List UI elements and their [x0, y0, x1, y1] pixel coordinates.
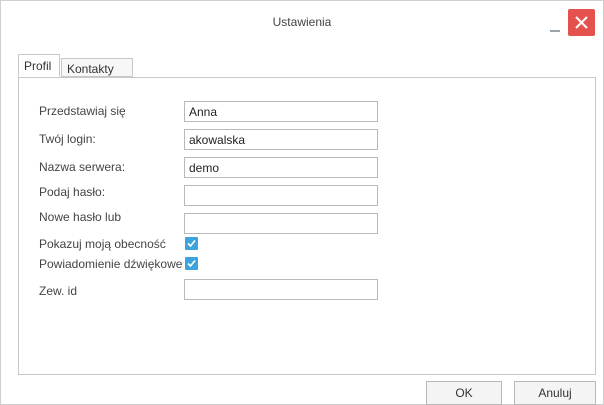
display-name-label: Przedstawiaj się	[39, 104, 126, 118]
password-label: Podaj hasło:	[39, 185, 106, 199]
show-presence-label: Pokazuj moją obecność	[39, 237, 166, 251]
external-id-label: Zew. id	[39, 284, 78, 298]
close-button[interactable]	[568, 9, 595, 36]
show-presence-checkbox[interactable]	[185, 237, 198, 250]
sound-notification-checkbox[interactable]	[185, 257, 198, 270]
external-id-input[interactable]	[184, 279, 378, 300]
new-password-input[interactable]	[184, 213, 378, 234]
settings-dialog: Ustawienia Profil Kontakty Przedstawiaj …	[0, 0, 604, 405]
new-password-label: Nowe hasło lub	[39, 210, 122, 224]
dialog-title: Ustawienia	[272, 15, 332, 29]
tab-profil[interactable]: Profil	[18, 54, 60, 77]
server-input[interactable]	[184, 157, 378, 178]
login-label: Twój login:	[39, 132, 96, 146]
cancel-button[interactable]: Anuluj	[514, 381, 596, 405]
tab-kontakty[interactable]: Kontakty	[61, 58, 133, 77]
password-input[interactable]	[184, 185, 378, 206]
display-name-input[interactable]	[184, 101, 378, 122]
login-input[interactable]	[184, 129, 378, 150]
minimize-button[interactable]	[546, 17, 566, 33]
server-label: Nazwa serwera:	[39, 160, 126, 174]
title-bar: Ustawienia	[1, 1, 603, 45]
close-icon	[575, 16, 588, 29]
ok-button[interactable]: OK	[426, 381, 502, 405]
checkmark-icon	[187, 239, 196, 248]
sound-notification-label: Powiadomienie dźwiękowe	[39, 257, 183, 271]
checkmark-icon	[187, 259, 196, 268]
